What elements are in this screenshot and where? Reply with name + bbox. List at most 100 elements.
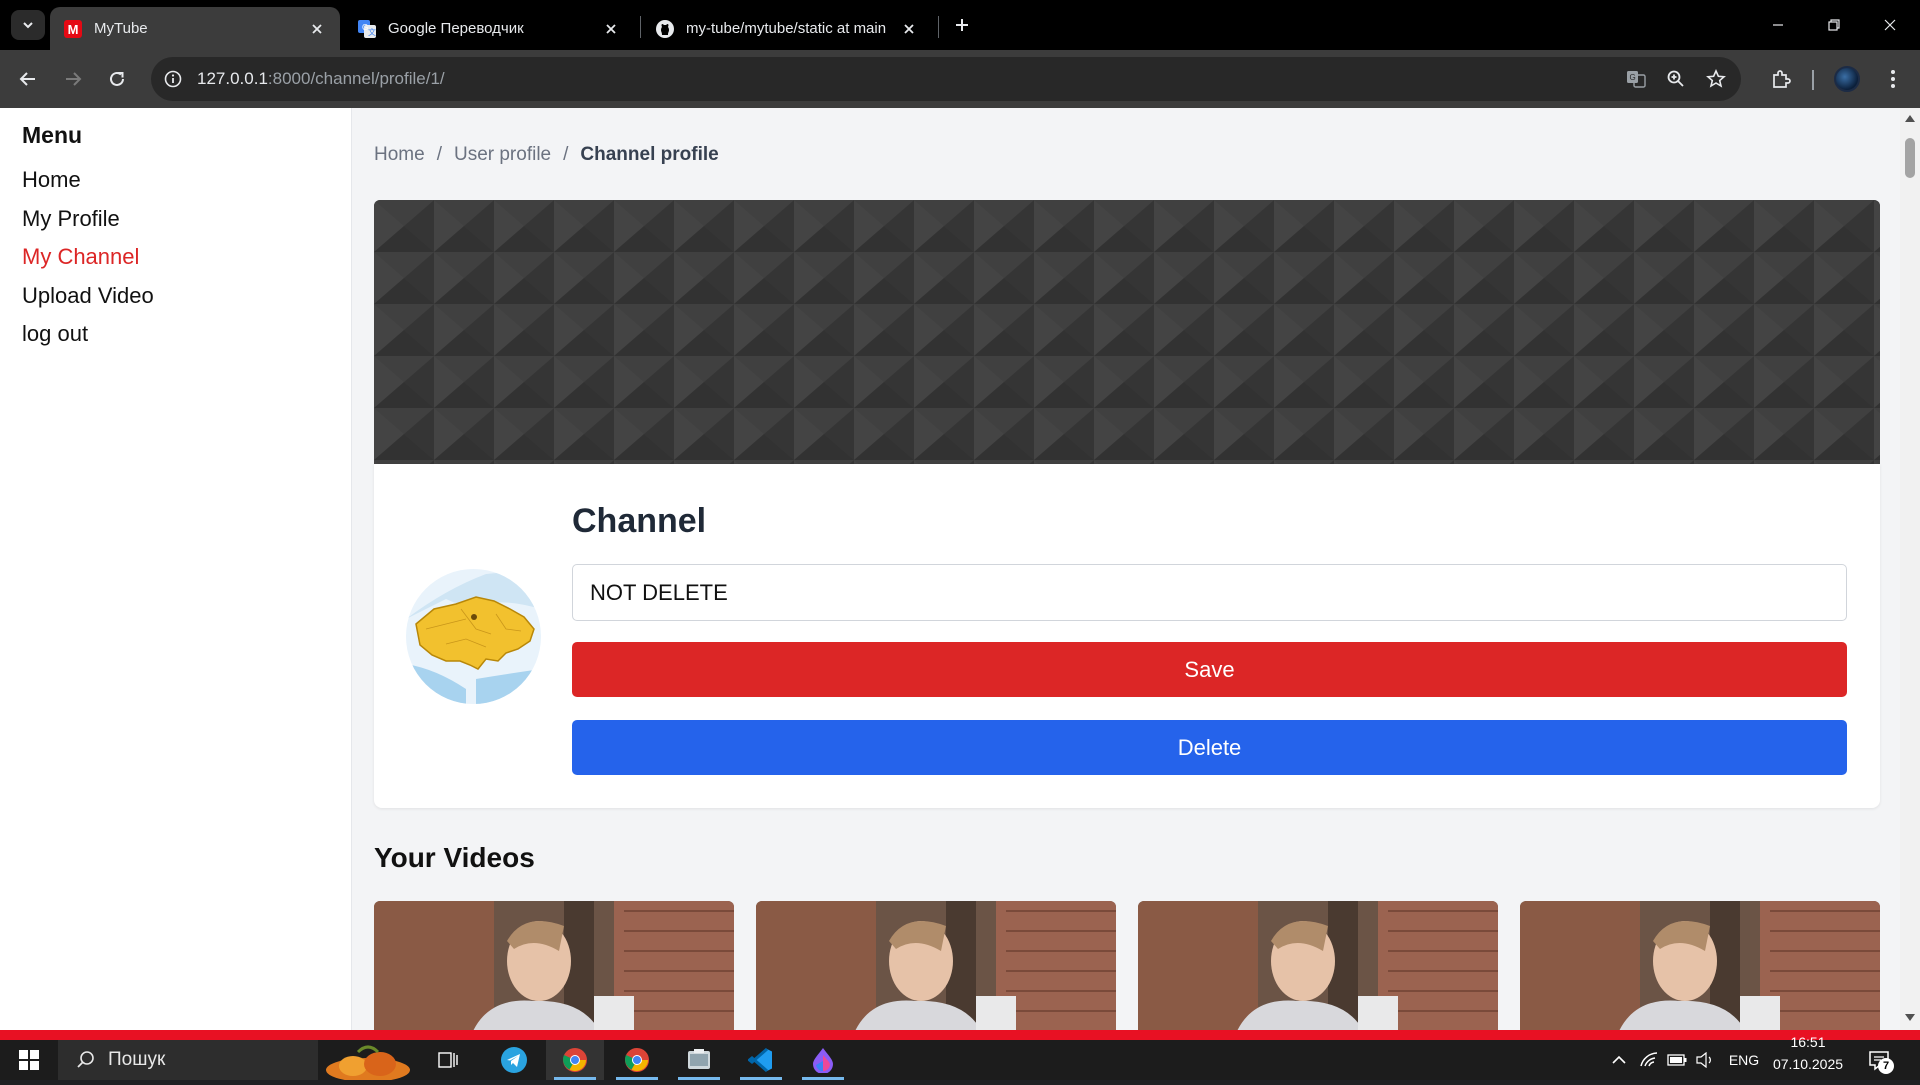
- tab-github[interactable]: my-tube/mytube/static at main: [642, 7, 932, 50]
- forward-button[interactable]: [56, 62, 90, 96]
- clock-time: 16:51: [1790, 1034, 1826, 1050]
- minimize-button[interactable]: [1750, 0, 1806, 50]
- chevron-up-icon: [1612, 1055, 1626, 1064]
- close-icon: [1884, 19, 1896, 31]
- video-grid: [374, 901, 1880, 1030]
- taskbar-telegram[interactable]: [485, 1040, 543, 1080]
- windows-taskbar: Пошук ENG 16:51 07.10.2025 7: [0, 1034, 1920, 1082]
- site-info-icon[interactable]: [161, 67, 185, 91]
- taskbar-clock[interactable]: 16:51 07.10.2025: [1766, 1034, 1850, 1080]
- chrome-icon: [625, 1048, 649, 1072]
- video-thumbnail-image: [1138, 901, 1498, 1030]
- extensions-button[interactable]: [1764, 62, 1798, 96]
- taskbar-file-manager[interactable]: [670, 1040, 728, 1080]
- breadcrumb-home[interactable]: Home: [374, 144, 425, 166]
- taskbar-search-label: Пошук: [108, 1049, 166, 1070]
- notifications-count: 7: [1878, 1058, 1894, 1074]
- reload-button[interactable]: [100, 62, 134, 96]
- drop-app-icon: [813, 1048, 833, 1073]
- scroll-up-icon[interactable]: [1904, 112, 1916, 124]
- video-thumbnail[interactable]: [756, 901, 1116, 1030]
- file-manager-icon: [688, 1049, 710, 1069]
- bookmark-star-icon[interactable]: [1703, 66, 1729, 92]
- puzzle-icon: [1773, 70, 1791, 88]
- tray-battery[interactable]: [1664, 1040, 1690, 1080]
- scroll-down-icon[interactable]: [1904, 1012, 1916, 1024]
- channel-avatar[interactable]: [406, 569, 541, 704]
- delete-button[interactable]: Delete: [572, 720, 1847, 775]
- plus-icon: [956, 19, 968, 31]
- close-icon[interactable]: [602, 20, 620, 38]
- tray-language[interactable]: ENG: [1724, 1040, 1764, 1080]
- sidebar-item-home[interactable]: Home: [22, 161, 329, 200]
- url-path: :8000/channel/profile/1/: [267, 69, 445, 88]
- tray-network[interactable]: [1636, 1040, 1662, 1080]
- profile-avatar[interactable]: [1830, 62, 1864, 96]
- tab-mytube[interactable]: M MyTube: [50, 7, 340, 50]
- browser-toolbar: 127.0.0.1:8000/channel/profile/1/ G: [0, 50, 1920, 108]
- video-thumbnail[interactable]: [1520, 901, 1880, 1030]
- url-host: 127.0.0.1: [197, 69, 268, 88]
- windows-icon: [19, 1050, 39, 1070]
- tray-volume[interactable]: [1692, 1040, 1718, 1080]
- tab-title: my-tube/mytube/static at main: [686, 20, 887, 37]
- tab-search-button[interactable]: [11, 10, 45, 40]
- restore-icon: [1828, 19, 1840, 31]
- breadcrumb-separator: /: [436, 144, 442, 165]
- start-button[interactable]: [0, 1040, 58, 1080]
- video-thumbnail[interactable]: [374, 901, 734, 1030]
- browser-menu-button[interactable]: [1876, 62, 1910, 96]
- main-content: Home / User profile / Channel profile Ch…: [374, 108, 1880, 1030]
- taskbar-chrome[interactable]: [608, 1040, 666, 1080]
- channel-title: Channel: [572, 502, 707, 540]
- back-button[interactable]: [11, 62, 45, 96]
- video-thumbnail[interactable]: [1138, 901, 1498, 1030]
- sidebar-item-upload-video[interactable]: Upload Video: [22, 277, 329, 316]
- video-thumbnail-image: [1520, 901, 1880, 1030]
- tray-show-hidden[interactable]: [1606, 1040, 1632, 1080]
- taskbar-chrome-active[interactable]: [546, 1040, 604, 1080]
- close-window-button[interactable]: [1862, 0, 1918, 50]
- banner-pattern: [374, 200, 1880, 464]
- zoom-icon[interactable]: [1663, 66, 1689, 92]
- video-thumbnail-image: [374, 901, 734, 1030]
- sidebar: Menu Home My Profile My Channel Upload V…: [0, 108, 352, 1030]
- address-bar[interactable]: 127.0.0.1:8000/channel/profile/1/ G: [151, 57, 1741, 101]
- browser-tab-strip: M MyTube G文 Google Переводчик my-tube/my…: [0, 0, 1920, 50]
- taskbar-app-drop[interactable]: [794, 1040, 852, 1080]
- minimize-icon: [1773, 24, 1783, 26]
- sidebar-item-my-channel[interactable]: My Channel: [22, 238, 329, 277]
- task-view-icon: [438, 1052, 458, 1068]
- restore-button[interactable]: [1806, 0, 1862, 50]
- channel-name-input[interactable]: [572, 564, 1847, 621]
- battery-icon: [1667, 1054, 1687, 1066]
- svg-text:G: G: [1630, 73, 1636, 82]
- breadcrumb-user-profile[interactable]: User profile: [454, 144, 551, 166]
- more-vertical-icon: [1891, 70, 1895, 88]
- save-button[interactable]: Save: [572, 642, 1847, 697]
- tab-separator: [938, 16, 939, 38]
- tab-title: Google Переводчик: [388, 20, 524, 37]
- your-videos-title: Your Videos: [374, 842, 535, 873]
- tab-google-translate[interactable]: G文 Google Переводчик: [344, 7, 634, 50]
- taskbar-search[interactable]: Пошук: [58, 1040, 318, 1080]
- new-tab-button[interactable]: [950, 13, 974, 37]
- arrow-right-icon: [66, 72, 82, 86]
- telegram-icon: [501, 1047, 527, 1073]
- task-view-button[interactable]: [420, 1040, 478, 1080]
- avatar-icon: [1834, 66, 1860, 92]
- chrome-icon: [563, 1048, 587, 1072]
- taskbar-vscode[interactable]: [732, 1040, 790, 1080]
- sidebar-item-log-out[interactable]: log out: [22, 315, 329, 354]
- github-icon: [656, 19, 674, 38]
- close-icon[interactable]: [308, 20, 326, 38]
- svg-text:文: 文: [368, 27, 376, 37]
- breadcrumb-current: Channel profile: [580, 144, 719, 165]
- google-translate-icon: G文: [358, 19, 376, 38]
- close-icon[interactable]: [900, 20, 918, 38]
- notifications-button[interactable]: 7: [1862, 1044, 1896, 1076]
- translate-icon[interactable]: G: [1623, 66, 1649, 92]
- sidebar-item-my-profile[interactable]: My Profile: [22, 200, 329, 239]
- scrollbar-thumb[interactable]: [1905, 138, 1915, 178]
- page-scrollbar[interactable]: [1900, 108, 1920, 1030]
